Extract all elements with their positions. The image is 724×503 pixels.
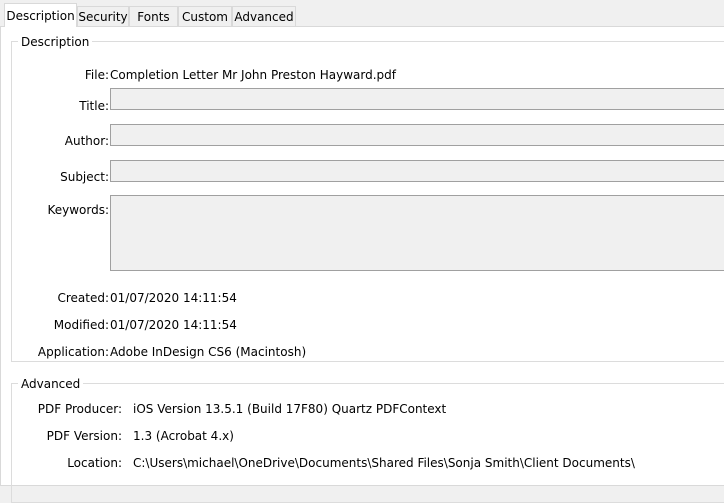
pdf-version-label: PDF Version: [46,429,122,443]
advanced-group-title: Advanced [18,377,84,391]
application-label: Application: [37,345,109,359]
file-label: File: [84,68,109,82]
location-label: Location: [67,456,122,470]
tab-advanced[interactable]: Advanced [232,6,296,26]
title-label: Title: [79,99,109,113]
subject-label: Subject: [60,170,109,184]
advanced-group: Advanced PDF Producer: iOS Version 13.5.… [11,377,724,503]
pdf-version-value: 1.3 (Acrobat 4.x) [133,429,234,443]
created-label: Created: [57,291,109,305]
tab-security[interactable]: Security [77,6,129,26]
subject-field[interactable] [110,160,724,182]
keywords-label: Keywords: [47,203,109,217]
pdf-producer-label: PDF Producer: [37,402,122,416]
properties-panel: Description File: Completion Letter Mr J… [0,26,724,503]
title-field[interactable] [110,88,724,110]
application-value: Adobe InDesign CS6 (Macintosh) [110,345,307,359]
pdf-producer-value: iOS Version 13.5.1 (Build 17F80) Quartz … [133,402,447,416]
tab-strip: Description Security Fonts Custom Advanc… [0,0,724,29]
file-value: Completion Letter Mr John Preston Haywar… [110,68,397,82]
keywords-field[interactable] [110,195,724,271]
tab-fonts[interactable]: Fonts [129,6,178,26]
location-value: C:\Users\michael\OneDrive\Documents\Shar… [133,456,635,470]
description-group: Description File: Completion Letter Mr J… [11,35,724,362]
tab-custom[interactable]: Custom [178,6,232,26]
author-field[interactable] [110,124,724,146]
modified-value: 01/07/2020 14:11:54 [110,318,237,332]
created-value: 01/07/2020 14:11:54 [110,291,237,305]
author-label: Author: [64,134,109,148]
modified-label: Modified: [53,318,109,332]
description-group-title: Description [18,35,93,49]
tab-description[interactable]: Description [4,3,77,27]
